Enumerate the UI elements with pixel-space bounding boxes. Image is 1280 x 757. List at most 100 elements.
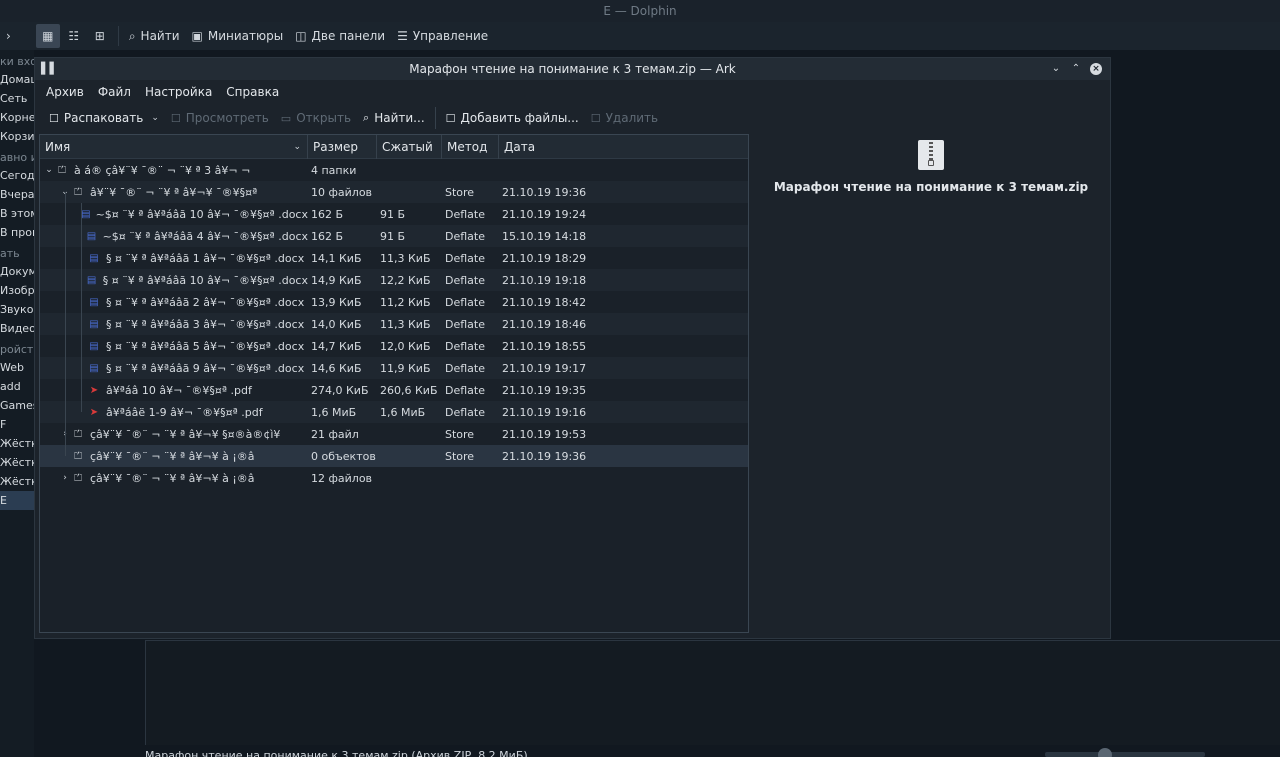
zoom-slider[interactable]	[1045, 752, 1205, 757]
zoom-slider-handle[interactable]	[1098, 748, 1112, 757]
minimize-icon[interactable]: ⌄	[1050, 58, 1062, 80]
split-button[interactable]: ◫ Две панели	[289, 24, 391, 48]
menu-file[interactable]: Файл	[91, 85, 138, 99]
maximize-icon[interactable]: ⌃	[1070, 58, 1082, 80]
places-item[interactable]: F	[0, 415, 34, 434]
table-row[interactable]: ➤ â¥ªáâ 10 â¥¬ ¯®¥§¤ª .pdf 274,0 КиБ 260,6 …	[40, 379, 748, 401]
table-row[interactable]: ▤ § ¤ ¨¥ ª â¥ªáâã 1 â¥¬ ¯®¥§¤ª .docx 14,1 …	[40, 247, 748, 269]
cell-method: Deflate	[445, 405, 485, 419]
cell-compressed: 11,2 КиБ	[380, 295, 431, 309]
cell-compressed: 91 Б	[380, 229, 406, 243]
table-row[interactable]: ▤ § ¤ ¨¥ ª â¥ªáâã 9 â¥¬ ¯®¥§¤ª .docx 14,6 …	[40, 357, 748, 379]
details-view-button[interactable]: ⊞	[88, 24, 112, 48]
places-item[interactable]: Сеть	[0, 89, 34, 108]
preview-button[interactable]: ☐ Просмотреть	[165, 106, 275, 130]
add-files-button[interactable]: ☐ Добавить файлы...	[440, 106, 585, 130]
table-row[interactable]: ⏍ çâ¥¨¥ ¯®¨ ¬ ¨¥ ª â¥¬¥ à ¡®â 0 объектов S…	[40, 445, 748, 467]
add-files-label: Добавить файлы...	[460, 111, 579, 125]
table-row[interactable]: ▤ ~$¤ ¨¥ ª â¥ªáâã 4 â¥¬ ¯®¥§¤ª .docx 162 Б…	[40, 225, 748, 247]
places-item[interactable]: Games	[0, 396, 34, 415]
menu-help[interactable]: Справка	[219, 85, 286, 99]
places-item[interactable]: Сегодн	[0, 166, 34, 185]
table-row[interactable]: ▤ § ¤ ¨¥ ª â¥ªáâã 3 â¥¬ ¯®¥§¤ª .docx 14,0 …	[40, 313, 748, 335]
delete-button[interactable]: ☐ Удалить	[585, 106, 664, 130]
window-menu-icon[interactable]: ▌▌	[41, 58, 58, 80]
table-row[interactable]: › ⏍ çâ¥¨¥ ¯®¨ ¬ ¨¥ ª â¥¬¥ à ¡®â 12 файлов	[40, 467, 748, 489]
ark-menubar: Архив Файл Настройка Справка	[35, 80, 1110, 104]
find-files-button[interactable]: ⌕ Найти...	[357, 106, 431, 130]
places-item[interactable]: Жёстки	[0, 434, 34, 453]
places-item[interactable]: Жёстки	[0, 472, 34, 491]
column-header-size[interactable]: Размер	[308, 135, 377, 159]
cell-method: Deflate	[445, 361, 485, 375]
places-item[interactable]: Жёстки	[0, 453, 34, 472]
table-row[interactable]: ⌄⏍â¥¨¥ ¯®¨ ¬ ¨¥ ª â¥¬¥ ¯®¥§¤ª 10 файловS…	[40, 181, 748, 203]
places-item[interactable]: Корне	[0, 108, 34, 127]
places-item[interactable]: Звуков	[0, 300, 34, 319]
column-header-date[interactable]: Дата	[499, 135, 748, 159]
cell-compressed: 1,6 МиБ	[380, 405, 426, 419]
table-row[interactable]: ▤ § ¤ ¨¥ ª â¥ªáâã 5 â¥¬ ¯®¥§¤ª .docx 14,7 …	[40, 335, 748, 357]
places-item[interactable]: Докуме	[0, 262, 34, 281]
extract-dropdown-icon[interactable]: ⌄	[151, 113, 159, 123]
places-item[interactable]: Видео	[0, 319, 34, 338]
dolphin-status-bar: Марафон чтение на понимание к 3 темам.zi…	[145, 749, 528, 757]
table-row[interactable]: ⌄ ⏍ à á® çâ¥¨¥ ¯®¨ ¬ ¨¥ ª 3 â¥¬ ¬ 4 папки	[40, 159, 748, 181]
compact-view-button[interactable]: ☷	[62, 24, 86, 48]
cell-date: 15.10.19 14:18	[502, 229, 587, 243]
archive-file-list[interactable]: Имя ⌄ Размер Сжатый Метод Дата ⌄ ⏍ à á® çâ…	[39, 134, 749, 633]
control-menu-button[interactable]: ☰ Управление	[391, 24, 494, 48]
places-item[interactable]: В проц	[0, 223, 34, 242]
column-header-compressed[interactable]: Сжатый	[377, 135, 442, 159]
places-item[interactable]: В этом	[0, 204, 34, 223]
document-icon: ▤	[89, 340, 99, 352]
extract-button[interactable]: ☐ Распаковать	[43, 106, 149, 130]
column-compressed-label: Сжатый	[382, 140, 433, 154]
places-item[interactable]: Вчера	[0, 185, 34, 204]
dolphin-file-view[interactable]	[145, 640, 1280, 745]
places-item[interactable]: add	[0, 377, 34, 396]
close-icon[interactable]: ×	[1090, 63, 1102, 75]
ark-titlebar[interactable]: ▌▌ Марафон чтение на понимание к 3 темам…	[35, 58, 1110, 80]
cell-date: 21.10.19 18:46	[502, 317, 587, 331]
entry-name: â¥¨¥ ¯®¨ ¬ ¨¥ ª â¥¬¥ ¯®¥§¤ª	[90, 185, 258, 199]
icons-view-button[interactable]: ▦	[35, 24, 60, 48]
table-row[interactable]: ▤ § ¤ ¨¥ ª â¥ªáâã 2 â¥¬ ¯®¥§¤ª .docx 13,9 …	[40, 291, 748, 313]
cell-method: Deflate	[445, 383, 485, 397]
column-method-label: Метод	[447, 140, 488, 154]
table-row[interactable]: ›⏍çâ¥¨¥ ¯®¨ ¬ ¨¥ ª â¥¬¥ §¤®à®¢ì¥21 файлS…	[40, 423, 748, 445]
column-header-name[interactable]: Имя ⌄	[40, 135, 308, 159]
places-item[interactable]: Изобра	[0, 281, 34, 300]
find-files-label: Найти...	[374, 111, 425, 125]
table-row[interactable]: ▤ ~$¤ ¨¥ ª â¥ªáâã 10 â¥¬ ¯®¥§¤ª .docx 162 …	[40, 203, 748, 225]
places-item[interactable]: Web	[0, 358, 34, 377]
places-item[interactable]: Корзин	[0, 127, 34, 146]
folder-icon: ⏍	[74, 450, 82, 462]
preview-icon: ☐	[170, 111, 181, 125]
toolbar-separator	[117, 26, 119, 46]
chevron-down-icon[interactable]: ⌄	[43, 165, 55, 175]
tree-view-icon: ⊞	[94, 29, 105, 43]
cell-name: › ⏍ çâ¥¨¥ ¯®¨ ¬ ¨¥ ª â¥¬¥ à ¡®â	[40, 472, 308, 485]
table-row[interactable]: ➤ â¥ªáâë 1-9 â¥¬ ¯®¥§¤ª .pdf 1,6 МиБ 1,6 Ми…	[40, 401, 748, 423]
delete-icon: ☐	[590, 111, 601, 125]
find-button[interactable]: ⌕ Найти	[123, 24, 186, 48]
cell-compressed: 12,2 КиБ	[380, 273, 431, 287]
entry-name: à á® çâ¥¨¥ ¯®¨ ¬ ¨¥ ª 3 â¥¬ ¬	[74, 163, 251, 177]
entry-name: § ¤ ¨¥ ª â¥ªáâã 5 â¥¬ ¯®¥§¤ª .docx	[106, 339, 305, 353]
menu-archive[interactable]: Архив	[39, 85, 91, 99]
entry-name: § ¤ ¨¥ ª â¥ªáâã 10 â¥¬ ¯®¥§¤ª .docx	[102, 273, 308, 287]
places-section-header: ройств	[0, 343, 34, 356]
cell-method: Deflate	[445, 229, 485, 243]
open-button[interactable]: ▭ Открыть	[275, 106, 357, 130]
previews-button[interactable]: ▣ Миниатюры	[186, 24, 290, 48]
menu-settings[interactable]: Настройка	[138, 85, 219, 99]
places-item[interactable]: Домаш	[0, 70, 34, 89]
table-row[interactable]: ▤ § ¤ ¨¥ ª â¥ªáâã 10 â¥¬ ¯®¥§¤ª .docx 14,9…	[40, 269, 748, 291]
chevron-right-icon[interactable]: ›	[59, 473, 71, 483]
places-item[interactable]: E	[0, 491, 34, 510]
forward-button[interactable]: ›	[0, 24, 22, 48]
compact-view-icon: ☷	[68, 29, 80, 43]
entry-name: çâ¥¨¥ ¯®¨ ¬ ¨¥ ª â¥¬¥ à ¡®â	[90, 471, 255, 485]
column-header-method[interactable]: Метод	[442, 135, 499, 159]
